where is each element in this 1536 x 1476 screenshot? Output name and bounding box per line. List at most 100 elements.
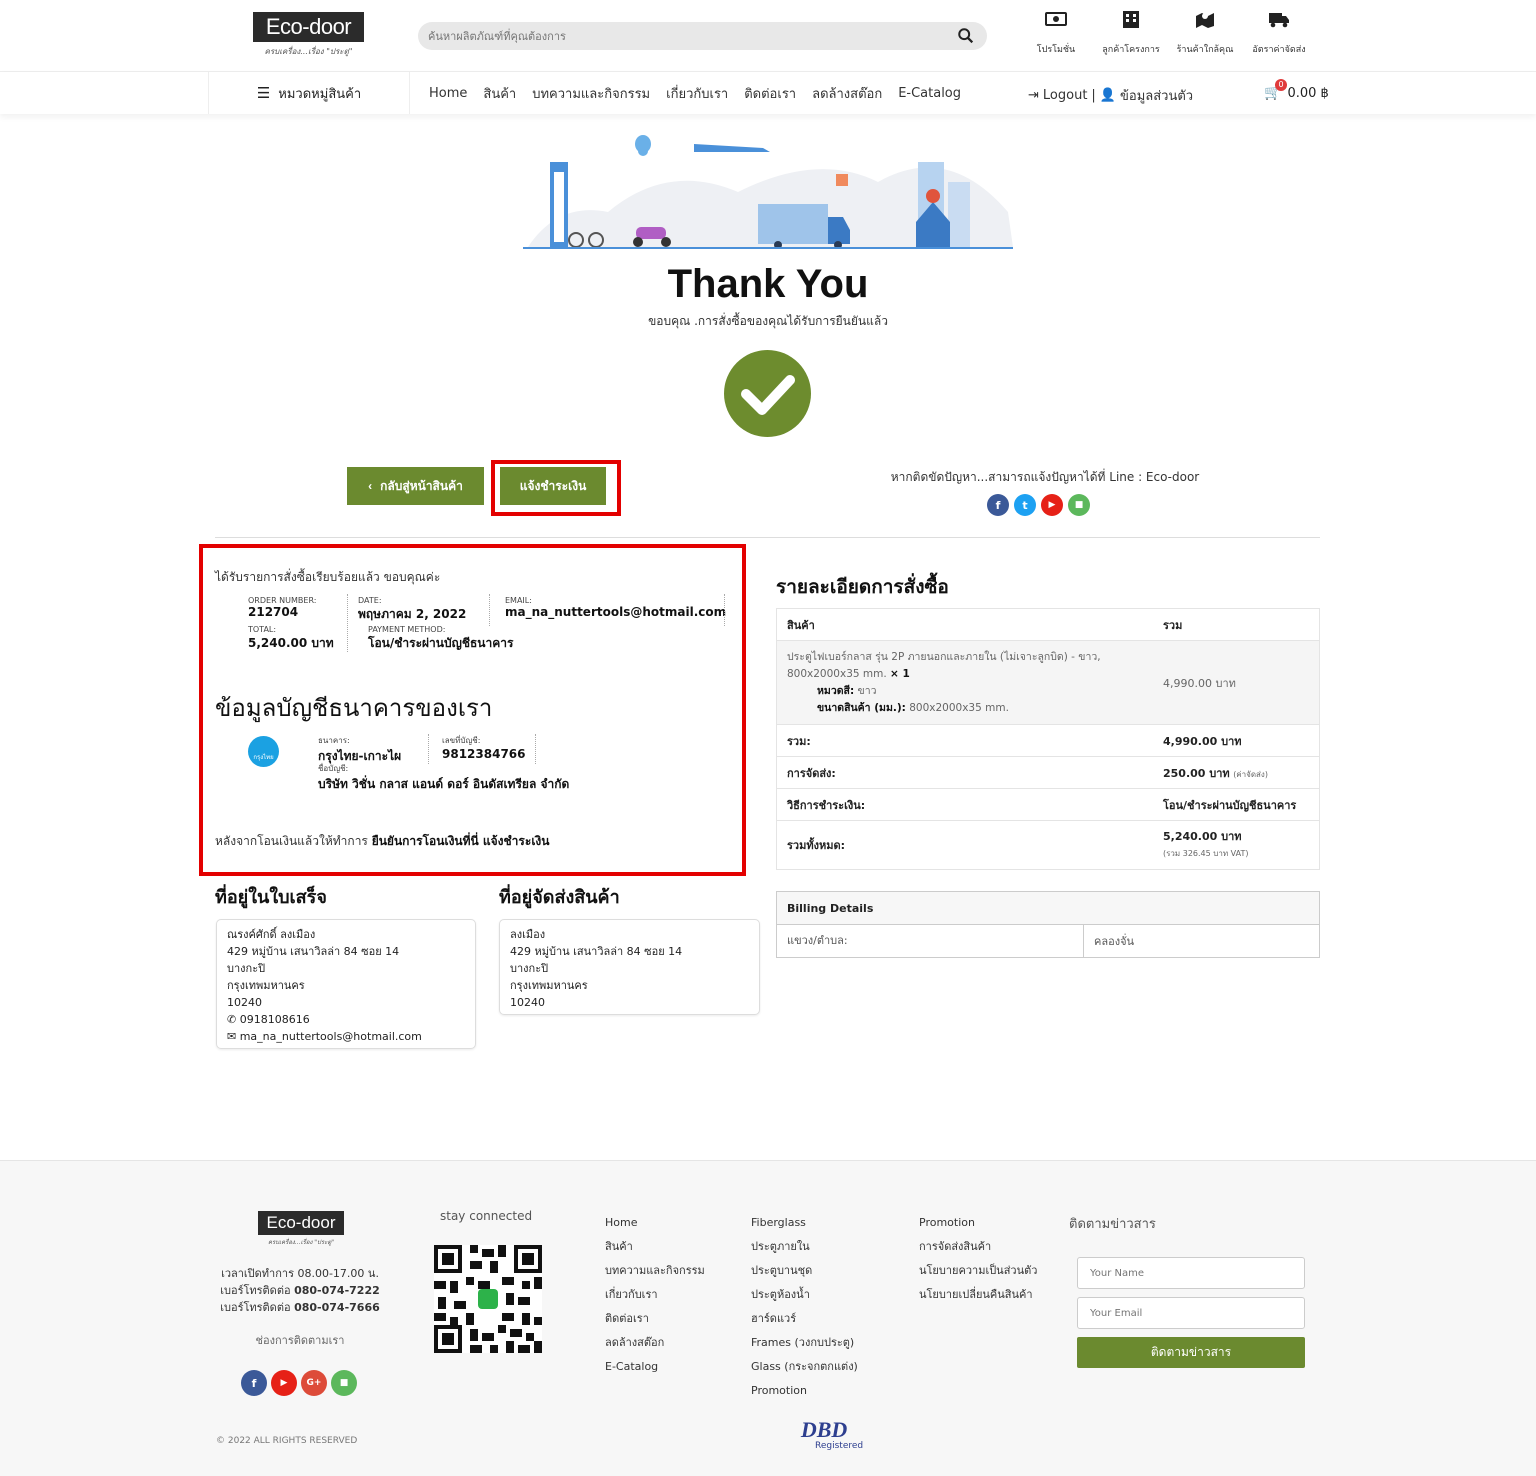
footer-link-contact[interactable]: ติดต่อเรา: [605, 1307, 705, 1331]
footer-link-articles[interactable]: บทความและกิจกรรม: [605, 1259, 705, 1283]
footer-link-returns[interactable]: นโยบายเปลี่ยนคืนสินค้า: [919, 1283, 1037, 1307]
table-header-row: สินค้า รวม: [777, 609, 1319, 641]
payment-method: PAYMENT METHOD: โอน/ชำระผ่านบัญชีธนาคาร: [368, 625, 513, 653]
success-check-icon: [724, 350, 811, 437]
search-icon[interactable]: [957, 27, 975, 45]
footer-link-shipping[interactable]: การจัดส่งสินค้า: [919, 1235, 1037, 1259]
footer-link-products[interactable]: สินค้า: [605, 1235, 705, 1259]
site-logo[interactable]: Eco-door ครบเครื่อง...เรื่อง "ประตู": [253, 12, 364, 60]
district-label: แขวง/ตำบล:: [777, 925, 1084, 957]
table-row: รวมทั้งหมด: 5,240.00 บาท (รวม 326.45 บาท …: [777, 821, 1319, 869]
youtube-icon[interactable]: ▶: [271, 1370, 297, 1396]
footer-phone2: 080-074-7666: [294, 1301, 380, 1314]
subtotal-value: 4,990.00 บาท: [1163, 734, 1242, 748]
footer-link-frames[interactable]: Frames (วงกบประตู): [751, 1331, 858, 1355]
category-menu-button[interactable]: ☰ หมวดหมู่สินค้า: [208, 72, 410, 114]
nav-products[interactable]: สินค้า: [483, 83, 516, 104]
footer-phone1: 080-074-7222: [294, 1284, 380, 1297]
nav-articles[interactable]: บทความและกิจกรรม: [532, 83, 650, 104]
order-total-value: 5,240.00 บาท: [248, 636, 334, 650]
invoice-name: ณรงค์ศักดิ์ ลงเมือง: [227, 928, 316, 941]
footer-link-about[interactable]: เกี่ยวกับเรา: [605, 1283, 705, 1307]
footer-link-promotion[interactable]: Promotion: [751, 1379, 858, 1403]
facebook-icon[interactable]: f: [241, 1370, 267, 1396]
quicklink-projects[interactable]: ลูกค้าโครงการ: [1096, 10, 1166, 56]
nav-ecatalog[interactable]: E-Catalog: [898, 86, 961, 101]
back-to-products-button[interactable]: ‹ กลับสู่หน้าสินค้า: [347, 467, 484, 505]
footer-links-col3: Promotion การจัดส่งสินค้า นโยบายความเป็น…: [919, 1211, 1037, 1307]
col-header-total: รวม: [1163, 618, 1183, 632]
google-plus-icon[interactable]: G+: [301, 1370, 327, 1396]
logout-link[interactable]: Logout: [1043, 88, 1088, 103]
district-value: คลองจั่น: [1094, 935, 1135, 948]
notify-payment-button[interactable]: แจ้งชำระเงิน: [500, 467, 606, 505]
newsletter-email-input[interactable]: [1077, 1297, 1305, 1329]
shipping-value-cell: 250.00 บาท (ค่าจัดส่ง): [1153, 764, 1319, 782]
newsletter-name-input[interactable]: [1077, 1257, 1305, 1289]
account-number: เลขที่บัญชี: 9812384766: [442, 734, 526, 761]
item-name[interactable]: ประตูไฟเบอร์กลาส รุ่น 2P ภายนอกและภายใน …: [787, 651, 1101, 680]
payment-method-value: โอน/ชำระผ่านบัญชีธนาคาร: [1163, 798, 1297, 812]
footer-logo-text: Eco-door: [258, 1211, 344, 1235]
youtube-icon[interactable]: ▶: [1041, 494, 1063, 516]
footer-hours: เวลาเปิดทำการ 08.00-17.00 น.: [221, 1267, 379, 1280]
user-icon: 👤: [1099, 88, 1116, 103]
footer-link-hardware[interactable]: ฮาร์ดแวร์: [751, 1307, 858, 1331]
footer-links-col2: Fiberglass ประตูภายใน ประตูบานชุด ประตูห…: [751, 1211, 858, 1403]
item-description: ประตูไฟเบอร์กลาส รุ่น 2P ภายนอกและภายใน …: [777, 649, 1153, 717]
shipping-label: การจัดส่ง:: [787, 766, 836, 780]
page-title: Thank You: [667, 262, 869, 306]
quicklink-stores[interactable]: ร้านค้าใกล้คุณ: [1172, 10, 1238, 56]
table-row: วิธีการชำระเงิน: โอน/ชำระผ่านบัญชีธนาคาร: [777, 789, 1319, 821]
payment-method-label: PAYMENT METHOD:: [368, 625, 446, 634]
bank-section-title: ข้อมูลบัญชีธนาคารของเรา: [215, 694, 493, 722]
footer-link-ecatalog[interactable]: E-Catalog: [605, 1355, 705, 1379]
line-icon[interactable]: ■: [1068, 494, 1090, 516]
table-row: แขวง/ตำบล: คลองจั่น: [777, 925, 1319, 957]
nav-clearance[interactable]: ลดล้างสต๊อก: [812, 83, 882, 104]
nav-about[interactable]: เกี่ยวกับเรา: [666, 83, 728, 104]
social-links-top: f t ▶ ■: [987, 494, 1090, 516]
twitter-icon[interactable]: t: [1014, 494, 1036, 516]
facebook-icon[interactable]: f: [987, 494, 1009, 516]
search-input[interactable]: [418, 22, 938, 50]
footer-link-privacy[interactable]: นโยบายความเป็นส่วนตัว: [919, 1259, 1037, 1283]
order-email: EMAIL: ma_na_nuttertools@hotmail.com: [505, 596, 726, 619]
nav-contact[interactable]: ติดต่อเรา: [744, 83, 796, 104]
footer-link-glass[interactable]: Glass (กระจกตกแต่ง): [751, 1355, 858, 1379]
vat-note: (รวม 326.45 บาท VAT): [1163, 848, 1249, 858]
footer-logo[interactable]: Eco-door ครบเครื่อง...เรื่อง "ประตู": [258, 1211, 344, 1247]
footer-link-interior-door[interactable]: ประตูภายใน: [751, 1235, 858, 1259]
footer-link-fiberglass[interactable]: Fiberglass: [751, 1211, 858, 1235]
back-button-label: กลับสู่หน้าสินค้า: [380, 478, 463, 493]
qr-code-icon[interactable]: [434, 1245, 542, 1353]
footer: Eco-door ครบเครื่อง...เรื่อง "ประตู" เวล…: [0, 1160, 1536, 1476]
subscribe-button[interactable]: ติดตามข่าวสาร: [1077, 1337, 1305, 1368]
footer-link-clearance[interactable]: ลดล้างสต๊อก: [605, 1331, 705, 1355]
cart-button[interactable]: 🛒 0 0.00 ฿: [1264, 79, 1329, 101]
stay-connected-label: stay connected: [440, 1209, 533, 1223]
nav-home[interactable]: Home: [429, 86, 467, 101]
quicklink-shipping[interactable]: อัตราค่าจัดส่ง: [1246, 10, 1312, 56]
item-color-label: หมวดสี:: [817, 684, 855, 697]
shipping-line2: บางกะปิ: [510, 962, 549, 975]
order-date-label: DATE:: [358, 596, 382, 605]
footer-links-col1: Home สินค้า บทความและกิจกรรม เกี่ยวกับเร…: [605, 1211, 705, 1379]
dbd-registered-badge[interactable]: DBD Registered: [785, 1419, 863, 1452]
footer-link-bathroom-door[interactable]: ประตูห้องน้ำ: [751, 1283, 858, 1307]
order-date: DATE: พฤษภาคม 2, 2022: [358, 596, 466, 624]
table-row: การจัดส่ง: 250.00 บาท (ค่าจัดส่ง): [777, 757, 1319, 789]
chevron-left-icon: ‹: [368, 479, 373, 493]
line-icon[interactable]: ■: [331, 1370, 357, 1396]
footer-link-door-set[interactable]: ประตูบานชุด: [751, 1259, 858, 1283]
footer-link-home[interactable]: Home: [605, 1211, 705, 1235]
header-top: Eco-door ครบเครื่อง...เรื่อง "ประตู" โปร…: [0, 0, 1536, 72]
confirm-transfer-link[interactable]: ยืนยันการโอนเงินที่นี่ แจ้งชำระเงิน: [372, 834, 550, 848]
order-email-label: EMAIL:: [505, 596, 532, 605]
quicklink-promotion[interactable]: โปรโมชั่น: [1034, 10, 1078, 56]
divider: [428, 734, 429, 764]
footer-link-promotion[interactable]: Promotion: [919, 1211, 1037, 1235]
invoice-line3: กรุงเทพมหานคร: [227, 979, 305, 992]
profile-link[interactable]: ข้อมูลส่วนตัว: [1120, 85, 1193, 106]
truck-icon: [1269, 13, 1289, 28]
